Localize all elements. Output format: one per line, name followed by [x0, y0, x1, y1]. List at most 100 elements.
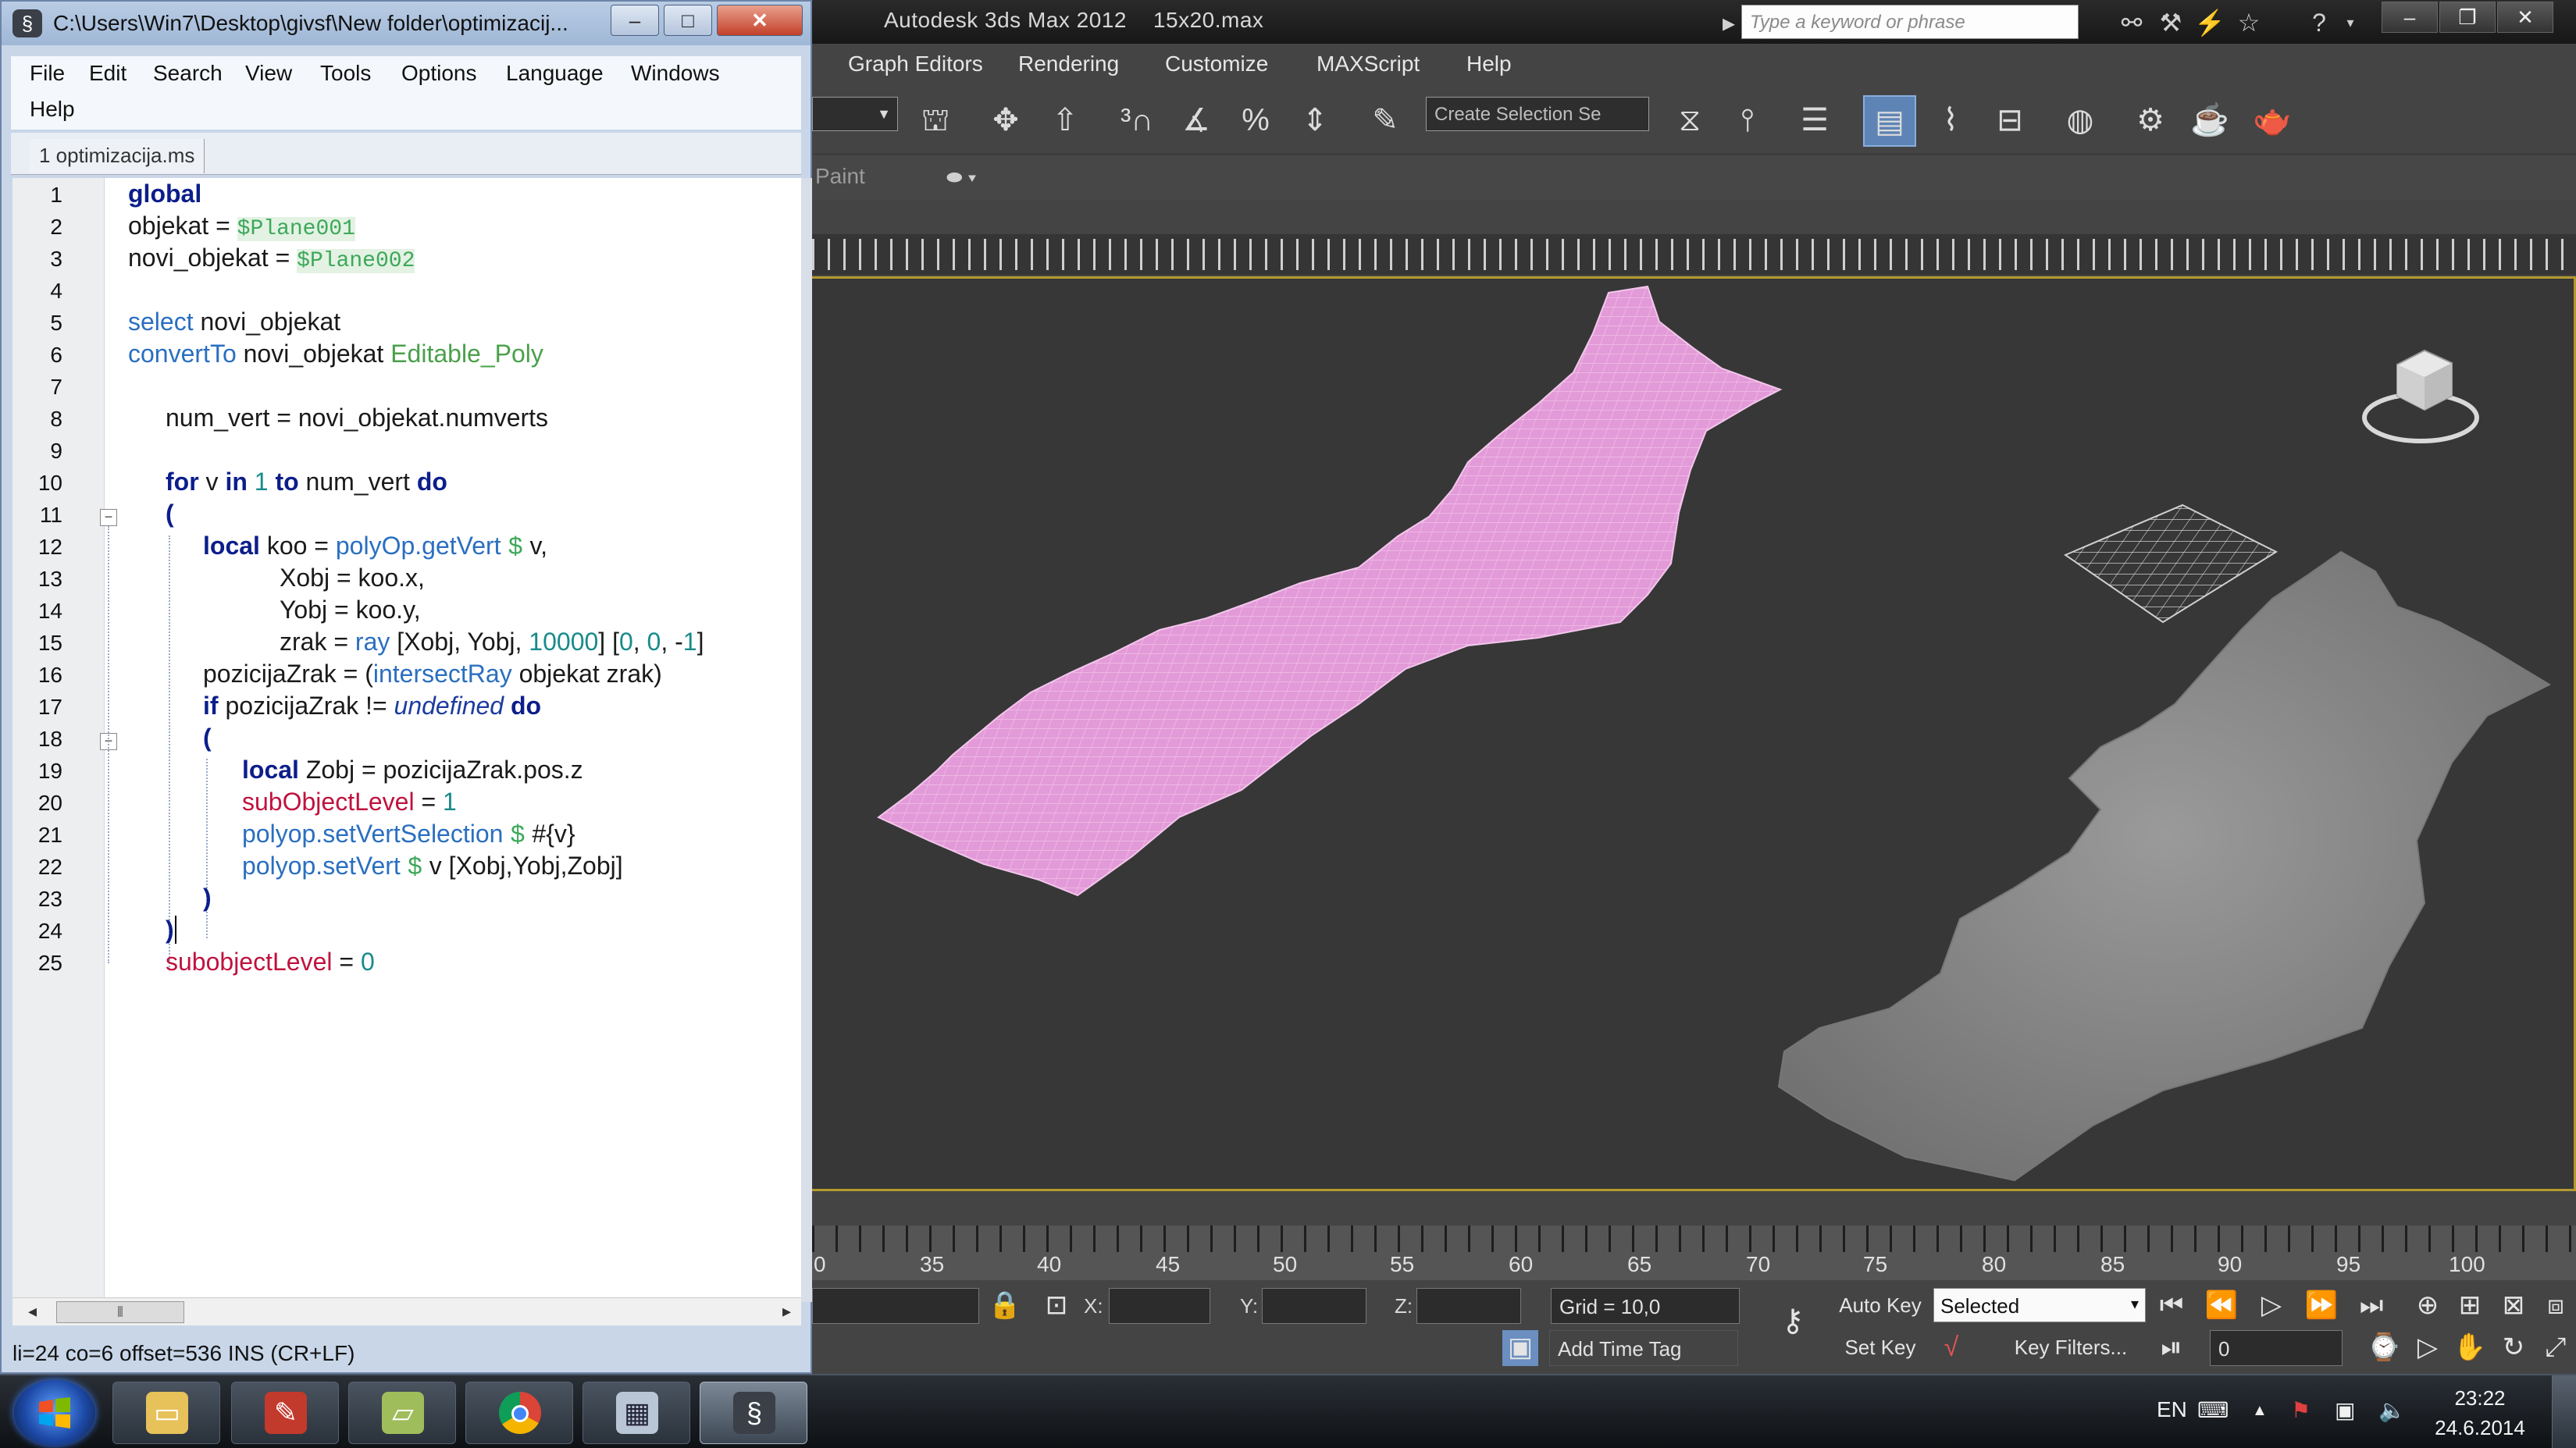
menu-edit[interactable]: Edit [89, 61, 126, 86]
key-icon[interactable]: ⚷ [1762, 1304, 1824, 1339]
taskbar-3dsmax[interactable]: § [700, 1382, 807, 1444]
ribbon-dropdown[interactable]: ⬬ ▾ [946, 167, 977, 189]
taskbar-app[interactable]: ▱ [348, 1382, 456, 1444]
viewcube[interactable] [2362, 349, 2479, 443]
orbit-icon[interactable]: ↻ [2496, 1330, 2531, 1366]
zoom-extents-all-icon[interactable]: ⧈ [2538, 1288, 2574, 1324]
menu-view[interactable]: View [245, 61, 292, 86]
network-icon[interactable]: ▣ [2335, 1397, 2355, 1423]
scroll-right-icon[interactable]: ▸ [782, 1301, 791, 1322]
key-filters-button[interactable]: Key Filters... [1994, 1330, 2147, 1366]
layer-manager-icon[interactable]: ☰ [1788, 95, 1841, 147]
current-frame-input[interactable]: 0 [2210, 1330, 2343, 1366]
clock[interactable]: 23:22 24.6.2014 [2433, 1383, 2527, 1443]
scene-explorer-icon[interactable]: ▤ [1863, 95, 1916, 147]
y-coordinate-input[interactable] [1262, 1288, 1366, 1324]
taskbar-editor[interactable]: ✎ [231, 1382, 339, 1444]
editor-minimize-button[interactable]: – [611, 5, 659, 36]
key-mode-select[interactable]: Selected ▾ [1933, 1288, 2146, 1322]
lock-icon[interactable]: 🔒 [987, 1288, 1023, 1324]
editor-maximize-button[interactable]: □ [664, 5, 712, 36]
binoculars-icon[interactable]: ⚯ [2116, 8, 2147, 37]
auto-key-button[interactable]: Auto Key [1833, 1288, 1927, 1324]
taskbar-explorer[interactable]: ▭ [112, 1382, 220, 1444]
menu-help[interactable]: Help [1466, 52, 1512, 76]
menu-graph-editors[interactable]: Graph Editors [848, 52, 983, 76]
tab-optimizacija[interactable]: 1 optimizacija.ms [30, 139, 205, 173]
render-production-icon[interactable]: 🫖 [2246, 95, 2299, 147]
time-config-icon[interactable]: ⌚ [2366, 1330, 2402, 1366]
material-editor-icon[interactable]: ◍ [2054, 95, 2107, 147]
fold-toggle-icon[interactable]: − [100, 509, 117, 526]
minimize-button[interactable]: – [2382, 2, 2438, 33]
add-time-tag-button[interactable]: Add Time Tag [1549, 1330, 1738, 1366]
restore-button[interactable]: ❐ [2439, 2, 2496, 33]
menu-windows[interactable]: Windows [631, 61, 720, 86]
menu-language[interactable]: Language [506, 61, 604, 86]
next-frame-icon[interactable]: ⏩ [2303, 1288, 2339, 1324]
go-to-end-icon[interactable]: ⏭ [2353, 1288, 2389, 1324]
menu-file[interactable]: File [30, 61, 65, 86]
zoom-extents-icon[interactable]: ⊠ [2496, 1288, 2531, 1324]
rendered-frame-icon[interactable]: ☕ [2183, 95, 2236, 147]
edit-named-selection-icon[interactable]: ✎ [1359, 95, 1412, 147]
snap-3d-icon[interactable]: ³∩ [1110, 95, 1163, 147]
schematic-view-icon[interactable]: ⊟ [1983, 95, 2036, 147]
volume-icon[interactable]: 🔈 [2378, 1397, 2406, 1423]
menu-maxscript[interactable]: MAXScript [1317, 52, 1420, 76]
curve-editor-icon[interactable]: ⌇ [1924, 95, 1977, 147]
editor-vertical-scrollbar[interactable] [801, 178, 812, 1302]
communication-icon[interactable]: ⚡ [2194, 8, 2225, 37]
key-mode-toggle-icon[interactable]: ⏯ [2154, 1330, 2189, 1366]
arrow-right-icon[interactable]: ▸ [1713, 8, 1744, 37]
angle-snap-icon[interactable]: ∡ [1170, 95, 1223, 147]
action-center-icon[interactable]: ⚑ [2291, 1397, 2311, 1423]
editor-horizontal-scrollbar[interactable]: ◂ ⦀ ▸ [12, 1297, 801, 1325]
chevron-down-icon[interactable]: ▾ [2335, 8, 2366, 37]
tray-expand-icon[interactable]: ▲ [2252, 1402, 2268, 1420]
menu-customize[interactable]: Customize [1165, 52, 1268, 76]
view-dropdown[interactable]: ▼ [812, 97, 898, 131]
menu-options[interactable]: Options [401, 61, 477, 86]
x-coordinate-input[interactable] [1109, 1288, 1210, 1324]
menu-tools[interactable]: Tools [320, 61, 371, 86]
taskbar-calculator[interactable]: ▦ [583, 1382, 690, 1444]
language-indicator[interactable]: EN [2157, 1397, 2187, 1422]
menu-rendering[interactable]: Rendering [1018, 52, 1119, 76]
z-coordinate-input[interactable] [1416, 1288, 1521, 1324]
menu-search[interactable]: Search [153, 61, 223, 86]
zoom-icon[interactable]: ⊕ [2410, 1288, 2446, 1324]
favorites-star-icon[interactable]: ☆ [2233, 8, 2264, 37]
code-text[interactable]: global objekat = $Plane001 novi_objekat … [128, 178, 800, 1302]
absolute-mode-icon[interactable]: ⊡ [1039, 1288, 1074, 1324]
move-icon[interactable]: ✥ [979, 95, 1032, 147]
pan-icon[interactable]: ✋ [2452, 1330, 2488, 1366]
menu-help[interactable]: Help [30, 97, 75, 122]
help-icon[interactable]: ? [2303, 8, 2335, 37]
scrollbar-thumb[interactable]: ⦀ [56, 1301, 184, 1323]
perspective-viewport[interactable] [812, 276, 2576, 1191]
curve-icon[interactable]: √ [1933, 1330, 1969, 1366]
select-link-icon[interactable]: ⛫ [909, 95, 962, 147]
zoom-all-icon[interactable]: ⊞ [2452, 1288, 2488, 1324]
field-of-view-icon[interactable]: ▷ [2410, 1330, 2446, 1366]
scroll-left-icon[interactable]: ◂ [28, 1301, 37, 1322]
place-icon[interactable]: ⇧ [1039, 95, 1092, 147]
tools-icon[interactable]: ⚒ [2155, 8, 2186, 37]
go-to-start-icon[interactable]: ⏮ [2154, 1288, 2189, 1324]
taskbar-chrome[interactable] [465, 1382, 573, 1444]
play-icon[interactable]: ▷ [2254, 1288, 2289, 1324]
time-tag-icon[interactable]: ▣ [1502, 1330, 1538, 1366]
percent-snap-icon[interactable]: % [1229, 95, 1282, 147]
set-key-button[interactable]: Set Key [1833, 1330, 1927, 1366]
selection-set-dropdown[interactable]: Create Selection Se [1426, 97, 1649, 131]
align-icon[interactable]: ⫯ [1721, 95, 1774, 147]
render-setup-icon[interactable]: ⚙ [2124, 95, 2177, 147]
editor-close-button[interactable]: ✕ [717, 5, 803, 36]
search-input[interactable]: Type a keyword or phrase [1741, 5, 2079, 39]
timeline[interactable]: 0 35 40 45 50 55 60 65 70 75 80 85 90 95… [812, 1226, 2576, 1280]
close-button[interactable]: ✕ [2497, 2, 2553, 33]
keyboard-icon[interactable]: ⌨ [2197, 1397, 2229, 1423]
maximize-viewport-icon[interactable]: ⤢ [2538, 1330, 2574, 1366]
show-desktop-button[interactable] [2552, 1375, 2576, 1448]
